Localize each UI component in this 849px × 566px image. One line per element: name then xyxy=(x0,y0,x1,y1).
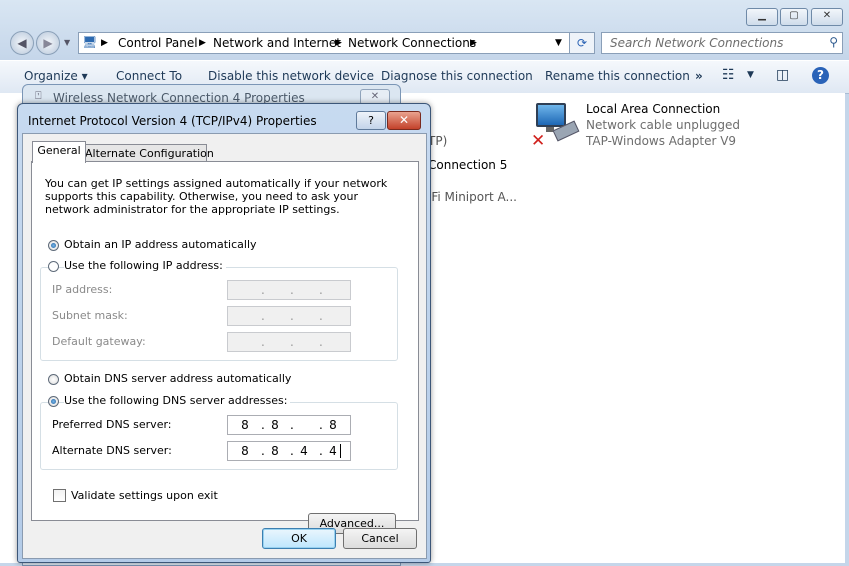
rename-button[interactable]: Rename this connection xyxy=(545,69,690,83)
minimize-button[interactable]: ▁ xyxy=(746,8,778,26)
local-area-connection-item[interactable]: ✕ xyxy=(531,101,580,151)
dns-auto-radio[interactable] xyxy=(48,374,59,385)
alternate-octet-2: 8 xyxy=(271,444,279,458)
crumb-control-panel[interactable]: Control Panel xyxy=(118,36,198,50)
chevron-right-icon[interactable]: ▶ xyxy=(199,38,206,48)
ip-address-field[interactable]: ... xyxy=(227,280,351,300)
dns-manual-radio[interactable] xyxy=(48,396,59,407)
alternate-octet-1: 8 xyxy=(241,444,249,458)
preview-pane-icon[interactable]: ◫ xyxy=(776,67,789,83)
alternate-dns-label: Alternate DNS server: xyxy=(52,444,172,457)
connection-partial-name[interactable]: Connection 5 xyxy=(428,158,507,172)
address-bar[interactable]: 🖥 ▶ Control Panel ▶ Network and Internet… xyxy=(78,32,570,54)
alternate-octet-3: 4 xyxy=(300,444,308,458)
preferred-octet-1: 8 xyxy=(241,418,249,432)
ipv4-properties-dialog: Internet Protocol Version 4 (TCP/IPv4) P… xyxy=(17,103,431,563)
refresh-icon[interactable]: ⟳ xyxy=(569,32,595,54)
local-area-connection-adapter: TAP-Windows Adapter V9 xyxy=(586,134,737,148)
subnet-mask-field[interactable]: ... xyxy=(227,306,351,326)
dialog-close-button[interactable]: ✕ xyxy=(387,111,421,130)
ip-manual-radio[interactable] xyxy=(48,261,59,272)
ok-button[interactable]: OK xyxy=(262,528,336,549)
disable-device-button[interactable]: Disable this network device xyxy=(208,69,374,83)
ip-auto-radio[interactable] xyxy=(48,240,59,251)
disconnected-x-icon: ✕ xyxy=(531,131,546,151)
computer-monitor-icon xyxy=(536,103,566,127)
dialog-title: Internet Protocol Version 4 (TCP/IPv4) P… xyxy=(28,114,317,128)
diagnose-button[interactable]: Diagnose this connection xyxy=(381,69,533,83)
chevron-right-icon[interactable]: ▶ xyxy=(101,38,108,48)
back-arrow-icon[interactable]: ◀ xyxy=(10,31,34,55)
chevron-right-icon[interactable]: ▶ xyxy=(470,38,477,48)
description-text: You can get IP settings assigned automat… xyxy=(45,177,388,216)
connection-partial-adapter: iFi Miniport A... xyxy=(428,190,517,204)
crumb-network-internet[interactable]: Network and Internet xyxy=(213,36,341,50)
alternate-dns-field[interactable]: 8 . 8 . 4 . 4 xyxy=(227,441,351,461)
crumb-network-connections[interactable]: Network Connections xyxy=(348,36,476,50)
tab-general[interactable]: General xyxy=(32,141,86,163)
cancel-button[interactable]: Cancel xyxy=(343,528,417,549)
change-view-icon[interactable]: ☷ xyxy=(722,67,735,83)
validate-checkbox[interactable] xyxy=(53,489,66,502)
ip-address-label: IP address: xyxy=(52,283,113,296)
connect-to-button[interactable]: Connect To xyxy=(116,69,182,83)
preferred-dns-label: Preferred DNS server: xyxy=(52,418,172,431)
local-area-connection-status: Network cable unplugged xyxy=(586,118,741,132)
validate-label[interactable]: Validate settings upon exit xyxy=(71,489,218,502)
dns-manual-label[interactable]: Use the following DNS server addresses: xyxy=(64,394,291,407)
forward-arrow-icon[interactable]: ▶ xyxy=(36,31,60,55)
preferred-octet-4: 8 xyxy=(329,418,337,432)
text-caret xyxy=(340,444,341,458)
ip-manual-label[interactable]: Use the following IP address: xyxy=(64,259,226,272)
help-button[interactable]: ? xyxy=(356,111,386,130)
more-commands-button[interactable]: » xyxy=(695,69,703,83)
control-panel-icon: 🖥 xyxy=(82,35,98,49)
dns-auto-label[interactable]: Obtain DNS server address automatically xyxy=(64,372,291,385)
default-gateway-label: Default gateway: xyxy=(52,335,146,348)
general-tab-panel: You can get IP settings assigned automat… xyxy=(31,161,419,534)
local-area-connection-name[interactable]: Local Area Connection xyxy=(586,102,720,116)
recent-pages-chevron-icon[interactable]: ▼ xyxy=(64,38,70,47)
preferred-dns-field[interactable]: 8 . 8 . . 8 xyxy=(227,415,351,435)
help-icon[interactable]: ? xyxy=(812,67,829,84)
preferred-octet-2: 8 xyxy=(271,418,279,432)
ip-auto-label[interactable]: Obtain an IP address automatically xyxy=(64,238,257,251)
close-window-button[interactable]: ✕ xyxy=(811,8,843,26)
search-placeholder: Search Network Connections xyxy=(610,36,784,50)
default-gateway-field[interactable]: ... xyxy=(227,332,351,352)
search-icon[interactable]: ⚲ xyxy=(829,35,838,49)
address-dropdown-icon[interactable]: ▼ xyxy=(555,38,562,48)
search-input[interactable]: Search Network Connections ⚲ xyxy=(601,32,843,54)
chevron-right-icon[interactable]: ▶ xyxy=(335,38,342,48)
organize-button[interactable]: Organize ▾ xyxy=(24,69,88,83)
subnet-mask-label: Subnet mask: xyxy=(52,309,128,322)
maximize-button[interactable]: ▢ xyxy=(780,8,808,26)
dialog-body: General Alternate Configuration You can … xyxy=(22,133,427,559)
network-adapter-icon: ⍞ xyxy=(35,89,42,102)
view-dropdown-icon[interactable]: ▼ xyxy=(747,70,754,80)
